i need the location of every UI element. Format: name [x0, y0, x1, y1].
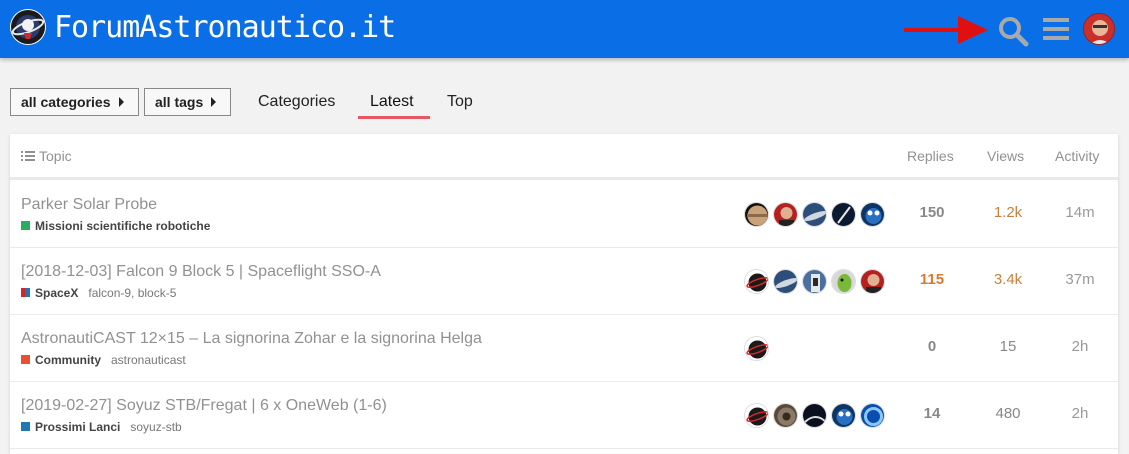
- topic-category[interactable]: Prossimi Lanci: [35, 420, 120, 434]
- category-color-badge: [21, 221, 30, 230]
- topic-title[interactable]: [2018-12-03] Falcon 9 Block 5 | Spacefli…: [21, 262, 381, 282]
- topic-views: 1.2k: [993, 204, 1023, 221]
- topic-row[interactable]: Parker Solar Probe Missioni scientifiche…: [10, 181, 1118, 248]
- topic-activity[interactable]: 2h: [1050, 404, 1110, 424]
- poster-avatar[interactable]: [744, 202, 769, 227]
- topic-meta: Prossimi Lanci soyuz-stb: [21, 419, 182, 435]
- column-views[interactable]: Views: [987, 148, 1024, 164]
- topic-row[interactable]: [2019-02-27] Soyuz STB/Fregat | 6 x OneW…: [10, 382, 1118, 449]
- poster-avatar[interactable]: [860, 403, 885, 428]
- topic-replies: 150: [919, 204, 945, 221]
- site-header: ForumAstronautico.it: [0, 0, 1129, 58]
- topic-list-header: Topic Replies Views Activity: [10, 134, 1118, 180]
- tab-latest[interactable]: Latest: [370, 92, 414, 112]
- poster-avatar[interactable]: [802, 403, 827, 428]
- site-name[interactable]: ForumAstronautico.it: [54, 9, 396, 47]
- list-icon: [21, 151, 35, 161]
- astronaut-logo-icon[interactable]: [10, 9, 46, 45]
- topic-activity[interactable]: 37m: [1050, 270, 1110, 290]
- topic-views: 3.4k: [993, 271, 1023, 288]
- topic-title[interactable]: Parker Solar Probe: [21, 195, 157, 215]
- topic-list: Topic Replies Views Activity Parker Sola…: [10, 134, 1118, 454]
- poster-avatar[interactable]: [744, 269, 769, 294]
- topic-replies: 115: [919, 271, 945, 288]
- poster-avatar[interactable]: [860, 202, 885, 227]
- category-filter-label: all categories: [21, 94, 111, 110]
- topic-views: 15: [999, 338, 1017, 355]
- topic-row[interactable]: [2018-12-03] Falcon 9 Block 5 | Spacefli…: [10, 248, 1118, 315]
- column-activity[interactable]: Activity: [1055, 148, 1099, 164]
- caret-right-icon: [211, 97, 217, 108]
- topic-tags[interactable]: soyuz-stb: [130, 420, 181, 434]
- tag-filter-label: all tags: [155, 94, 204, 110]
- topic-activity[interactable]: 14m: [1050, 203, 1110, 223]
- topic-navigation: all categories all tags Categories Lates…: [0, 80, 1129, 122]
- poster-avatar[interactable]: [744, 336, 769, 361]
- tab-top[interactable]: Top: [447, 92, 473, 112]
- topic-row[interactable]: AstronautiCAST 12×15 – La signorina Zoha…: [10, 315, 1118, 382]
- poster-avatar[interactable]: [860, 269, 885, 294]
- category-color-badge: [21, 355, 30, 364]
- topic-title[interactable]: AstronautiCAST 12×15 – La signorina Zoha…: [21, 329, 482, 349]
- topic-title[interactable]: [2019-02-27] Soyuz STB/Fregat | 6 x OneW…: [21, 396, 387, 416]
- hamburger-menu-icon[interactable]: [1042, 14, 1070, 44]
- topic-category[interactable]: Community: [35, 353, 101, 367]
- column-replies[interactable]: Replies: [907, 148, 954, 164]
- topic-replies: 0: [927, 338, 937, 355]
- red-arrow-pointing-search: [904, 16, 988, 44]
- topic-category[interactable]: SpaceX: [35, 286, 78, 300]
- category-color-badge: [21, 422, 30, 431]
- column-topic-label: Topic: [39, 148, 72, 164]
- poster-avatar[interactable]: [773, 403, 798, 428]
- caret-right-icon: [118, 97, 124, 108]
- topic-tags[interactable]: astronauticast: [111, 353, 186, 367]
- active-tab-indicator: [358, 116, 430, 119]
- poster-avatar[interactable]: [831, 202, 856, 227]
- topic-meta: Community astronauticast: [21, 352, 186, 368]
- topic-category[interactable]: Missioni scientifiche robotiche: [35, 219, 210, 233]
- poster-avatar[interactable]: [802, 202, 827, 227]
- topic-meta: SpaceX falcon-9, block-5: [21, 285, 176, 301]
- poster-avatar[interactable]: [831, 269, 856, 294]
- topic-replies: 14: [923, 405, 941, 422]
- topic-meta: Missioni scientifiche robotiche: [21, 218, 210, 234]
- tab-categories[interactable]: Categories: [258, 92, 335, 112]
- category-filter-dropdown[interactable]: all categories: [10, 88, 139, 116]
- poster-avatar[interactable]: [802, 269, 827, 294]
- poster-avatar[interactable]: [831, 403, 856, 428]
- search-icon[interactable]: [996, 14, 1030, 48]
- user-avatar[interactable]: [1083, 13, 1115, 45]
- topic-activity[interactable]: 2h: [1050, 337, 1110, 357]
- poster-avatar[interactable]: [744, 403, 769, 428]
- column-topic[interactable]: Topic: [21, 148, 72, 164]
- topic-tags[interactable]: falcon-9, block-5: [88, 286, 176, 300]
- poster-avatar[interactable]: [773, 269, 798, 294]
- poster-avatar[interactable]: [773, 202, 798, 227]
- category-color-badge: [21, 288, 30, 297]
- topic-views: 480: [995, 405, 1021, 422]
- tag-filter-dropdown[interactable]: all tags: [144, 88, 231, 116]
